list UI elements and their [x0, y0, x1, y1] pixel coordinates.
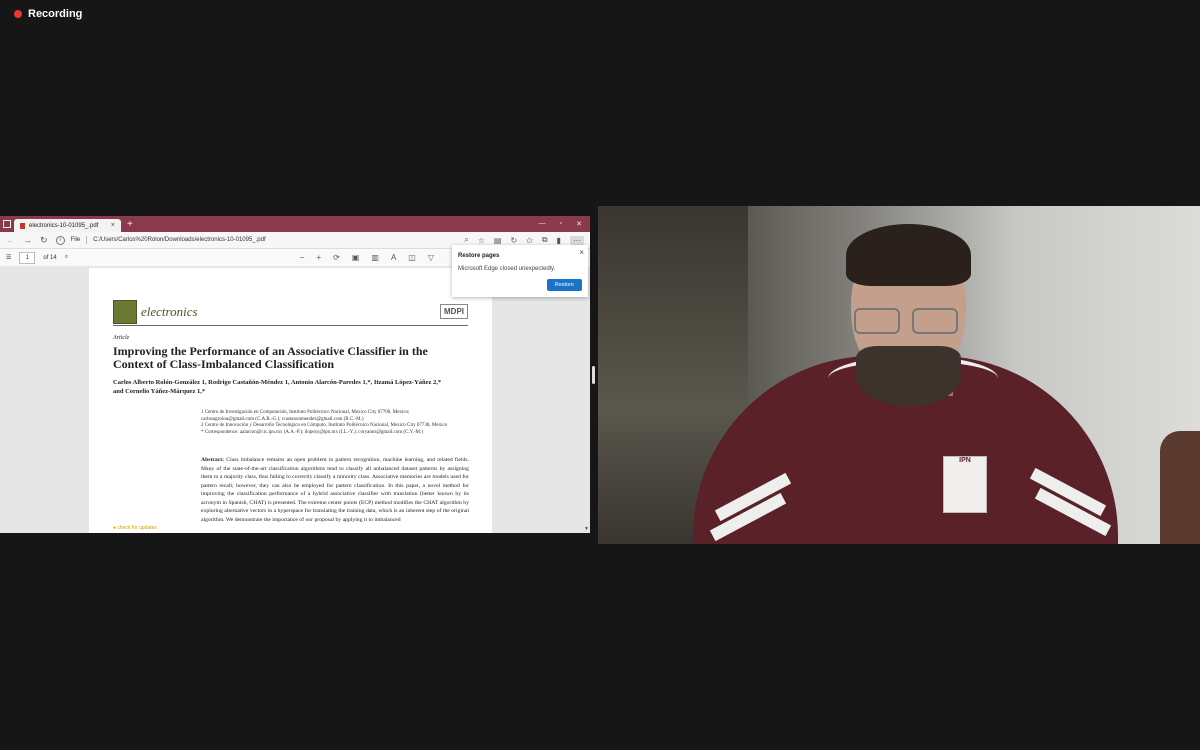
recording-indicator: Recording [14, 8, 82, 20]
draw-icon[interactable]: ◫ [408, 253, 416, 262]
collections-icon[interactable]: ▤ [494, 236, 502, 245]
browser-toolbar-actions: ⌕ ☆ ▤ ↻ ✩ ⧉ ▮ ··· [464, 235, 584, 245]
browser-tab[interactable]: electronics-10-01095_.pdf × [14, 219, 121, 232]
pdf-page: electronics MDPI Article Improving the P… [89, 268, 492, 533]
article-type: Article [113, 335, 130, 341]
rotate-icon[interactable]: ⟳ [333, 253, 340, 262]
popup-close-icon[interactable]: × [579, 248, 584, 257]
journal-name: electronics [141, 304, 198, 319]
profile-icon[interactable]: ▮ [557, 236, 561, 245]
browser-titlebar: electronics-10-01095_.pdf × + — ▫ ✕ [0, 216, 590, 232]
glasses-lens [854, 308, 900, 334]
address-bar[interactable]: i File C:/Users/Carlos%20Rolon/Downloads… [55, 235, 457, 245]
popup-message: Microsoft Edge closed unexpectedly. [458, 266, 556, 272]
split-handle[interactable] [592, 366, 595, 384]
zoom-icon[interactable]: ⌕ [464, 235, 468, 245]
check-for-updates[interactable]: ● check for updates [113, 525, 157, 531]
restore-pages-popup: Restore pages Microsoft Edge closed unex… [452, 245, 588, 297]
glasses-lens [912, 308, 958, 334]
read-aloud-pdf-icon[interactable]: A [391, 253, 396, 262]
paper-authors: Carlos Alberto Rolón-González 1, Rodrigo… [113, 379, 442, 395]
webcam-video: IPN [598, 206, 1200, 544]
chair [1160, 431, 1200, 544]
recording-dot-icon [14, 10, 22, 18]
refresh-icon[interactable]: ↻ [40, 235, 48, 246]
pdf-file-icon [20, 222, 25, 229]
minimize-button[interactable]: — [539, 220, 546, 228]
contents-icon[interactable]: ☰ [6, 254, 11, 261]
check-updates-label: check for updates [117, 525, 157, 531]
header-rule [113, 325, 468, 326]
tab-actions-icon[interactable] [0, 216, 14, 232]
highlight-icon[interactable]: ▽ [428, 253, 434, 262]
tab-close-icon[interactable]: × [111, 222, 115, 229]
scroll-down-arrow-icon[interactable]: ▼ [584, 526, 589, 532]
correspondence: * Correspondence: aalarcon@cic.ipn.mx (A… [201, 429, 423, 435]
new-tab-button[interactable]: + [127, 219, 133, 230]
more-options-icon[interactable]: ··· [570, 235, 584, 245]
tab-title: electronics-10-01095_.pdf [29, 222, 99, 229]
maximize-button[interactable]: ▫ [560, 220, 562, 228]
address-separator [86, 236, 88, 244]
journal-logo-icon [113, 300, 137, 324]
window-controls: — ▫ ✕ [539, 220, 590, 228]
refresh-page-icon[interactable]: ↻ [510, 236, 517, 245]
badge-text: IPN [959, 457, 971, 464]
glasses [854, 308, 958, 334]
check-updates-icon: ● [113, 525, 117, 531]
popup-title: Restore pages [458, 253, 500, 259]
url-text[interactable]: C:/Users/Carlos%20Rolon/Downloads/electr… [93, 237, 265, 243]
ipn-badge-logo: IPN [943, 456, 987, 513]
fit-page-icon[interactable]: ▣ [352, 253, 360, 262]
file-label: File [70, 237, 81, 243]
back-arrow-icon[interactable]: ← [6, 235, 15, 245]
publisher-logo: MDPI [440, 304, 468, 319]
affiliation-2: 2 Centro de Innovación y Desarrollo Tecn… [201, 423, 448, 428]
abstract-label: Abstract: [201, 457, 225, 463]
affiliations: 1 Centro de Investigación en Computación… [201, 410, 461, 436]
abstract-text: Class imbalance remains an open problem … [201, 457, 469, 523]
info-icon[interactable]: i [55, 235, 65, 245]
journal-header: electronics [113, 300, 198, 324]
page-view-icon[interactable]: ▥ [371, 253, 379, 262]
zoom-out-icon[interactable]: − [300, 253, 305, 262]
search-icon[interactable]: ⌕ [65, 254, 68, 261]
favorites-icon[interactable]: ✩ [526, 236, 533, 245]
affiliation-1: 1 Centro de Investigación en Computación… [201, 410, 410, 422]
close-window-button[interactable]: ✕ [576, 220, 582, 228]
recording-label: Recording [28, 8, 83, 20]
abstract: Abstract: Class imbalance remains an ope… [201, 456, 469, 524]
forward-arrow-icon[interactable]: → [23, 235, 32, 245]
tab-collections-icon[interactable]: ⧉ [542, 235, 548, 245]
zoom-in-icon[interactable]: + [316, 253, 321, 262]
pdf-viewer[interactable]: electronics MDPI Article Improving the P… [0, 266, 590, 533]
read-aloud-icon[interactable]: ☆ [478, 236, 485, 245]
page-number-input[interactable]: 1 [19, 251, 36, 264]
restore-button[interactable]: Restore [546, 279, 582, 291]
person-hair [846, 224, 971, 286]
paper-title: Improving the Performance of an Associat… [113, 344, 428, 371]
person-beard [856, 346, 961, 406]
pdf-toolbar-actions: − + ⟳ ▣ ▥ A ◫ ▽ [300, 253, 434, 262]
page-total: of 14 [43, 254, 57, 261]
